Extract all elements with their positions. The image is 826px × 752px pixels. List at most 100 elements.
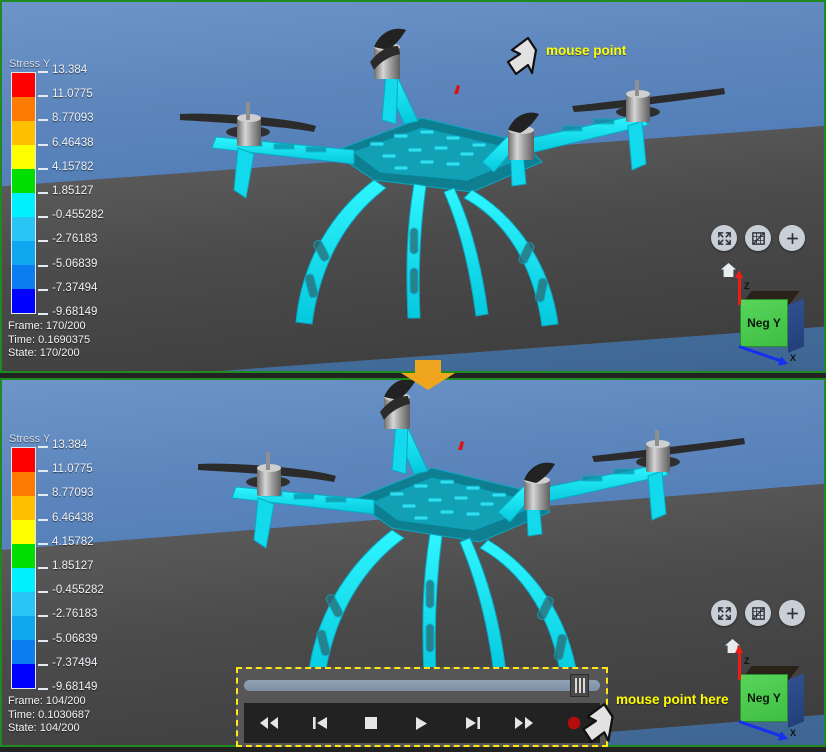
- legend-tick-mark: [38, 518, 48, 521]
- fit-to-screen-icon[interactable]: [711, 225, 737, 251]
- cube-side-face: [788, 673, 804, 728]
- legend-swatch-7: [12, 616, 35, 640]
- legend-tick-6: -0.455282: [38, 209, 110, 221]
- legend-tick-5: 1.85127: [38, 185, 110, 197]
- legend-ticks: 13.384 11.0775 8.77093 6.46438 4.15782 1.8512…: [38, 64, 110, 318]
- stop-button[interactable]: [354, 709, 388, 737]
- legend-tick-mark: [38, 688, 48, 690]
- 3d-viewport-top[interactable]: Stress Y 13.384 11.0775 8.77093 6.46438 4.15…: [2, 2, 824, 371]
- legend-swatch-2: [12, 121, 35, 145]
- legend-tick-0: 13.384: [38, 64, 110, 76]
- legend-tick-10: -9.68149: [38, 681, 110, 693]
- timeline-thumb[interactable]: [570, 673, 590, 697]
- legend-tick-label: 13.384: [52, 439, 88, 451]
- drone-fea-model-top[interactable]: [2, 2, 824, 371]
- rewind-button[interactable]: [252, 709, 286, 737]
- legend-tick-mark: [38, 542, 48, 545]
- legend-tick-label: 8.77093: [52, 487, 94, 500]
- axis-z-label: Z: [744, 656, 750, 666]
- legend-swatch-9: [12, 289, 35, 313]
- legend-tick-2: 8.77093: [38, 112, 110, 124]
- legend-tick-7: -2.76183: [38, 608, 110, 620]
- legend-tick-mark: [38, 240, 48, 243]
- legend-tick-4: 4.15782: [38, 161, 110, 173]
- cube-side-face: [788, 298, 804, 353]
- cube-front-face[interactable]: Neg Y: [740, 674, 788, 722]
- annotation-mouse-point: mouse point: [546, 43, 627, 58]
- viewport-panel-top[interactable]: Stress Y 13.384 11.0775 8.77093 6.46438 4.15…: [0, 0, 826, 373]
- axis-x-label: X: [790, 353, 797, 363]
- screenshot-root: Stress Y 13.384 11.0775 8.77093 6.46438 4.15…: [0, 0, 826, 747]
- legend-tick-3: 6.46438: [38, 512, 110, 524]
- legend-tick-label: 1.85127: [52, 560, 94, 572]
- mouse-cursor-top: [502, 34, 544, 84]
- cube-front-face[interactable]: Neg Y: [740, 299, 788, 347]
- legend-swatch-1: [12, 472, 35, 496]
- view-controls-bottom[interactable]: [711, 600, 805, 626]
- mouse-cursor-bottom: [577, 700, 621, 752]
- legend-tick-mark: [38, 143, 48, 146]
- legend-swatch-9: [12, 664, 35, 688]
- state-readout: State: 170/200: [8, 347, 80, 359]
- legend-colorbar: [11, 72, 36, 314]
- legend-swatch-2: [12, 496, 35, 520]
- zoom-in-icon[interactable]: [779, 600, 805, 626]
- legend-tick-mark: [38, 494, 48, 497]
- legend-tick-label: -5.06839: [52, 257, 98, 270]
- legend-swatch-6: [12, 592, 35, 616]
- legend-swatch-8: [12, 640, 35, 664]
- legend-swatch-3: [12, 520, 35, 544]
- orientation-cube-bottom[interactable]: Neg Y Z X: [718, 645, 804, 738]
- previous-frame-button[interactable]: [303, 709, 337, 737]
- legend-tick-mark: [38, 192, 48, 194]
- legend-tick-1: 11.0775: [38, 463, 110, 475]
- transport-controls[interactable]: [244, 703, 600, 743]
- play-button[interactable]: [405, 709, 439, 737]
- stress-legend-bottom: Stress Y 13.384 11.0775 8.77093 6.46438 4.15…: [6, 433, 110, 736]
- mesh-toggle-icon[interactable]: [745, 225, 771, 251]
- legend-tick-3: 6.46438: [38, 137, 110, 149]
- legend-tick-label: 4.15782: [52, 535, 94, 548]
- legend-tick-label: -2.76183: [52, 608, 98, 621]
- view-controls-top[interactable]: [711, 225, 805, 251]
- mesh-toggle-icon[interactable]: [745, 600, 771, 626]
- legend-tick-mark: [38, 216, 48, 219]
- timeline-scrubber[interactable]: [238, 669, 606, 701]
- legend-swatch-4: [12, 169, 35, 193]
- legend-tick-mark: [38, 119, 48, 122]
- legend-tick-mark: [38, 95, 48, 98]
- orientation-cube-top[interactable]: Neg Y Z X: [718, 270, 804, 363]
- axis-z-label: Z: [744, 281, 750, 291]
- frame-readout: Frame: 104/200: [8, 695, 86, 707]
- legend-swatch-5: [12, 193, 35, 217]
- cube-face-label: Neg Y: [747, 316, 781, 330]
- legend-tick-mark: [38, 591, 48, 594]
- legend-tick-4: 4.15782: [38, 536, 110, 548]
- playback-toolbar[interactable]: [236, 667, 608, 747]
- zoom-in-icon[interactable]: [779, 225, 805, 251]
- legend-tick-9: -7.37494: [38, 282, 110, 294]
- legend-tick-6: -0.455282: [38, 584, 110, 596]
- stress-marker: [454, 85, 460, 94]
- legend-colorbar: [11, 447, 36, 689]
- legend-tick-8: -5.06839: [38, 258, 110, 270]
- legend-tick-label: -0.455282: [52, 584, 104, 597]
- legend-tick-0: 13.384: [38, 439, 110, 451]
- legend-swatch-0: [12, 73, 35, 97]
- legend-tick-label: -5.06839: [52, 632, 98, 645]
- fast-forward-button[interactable]: [507, 709, 541, 737]
- legend-tick-mark: [38, 167, 48, 170]
- legend-tick-label: -9.68149: [52, 306, 98, 318]
- fit-to-screen-icon[interactable]: [711, 600, 737, 626]
- next-frame-button[interactable]: [456, 709, 490, 737]
- legend-tick-7: -2.76183: [38, 233, 110, 245]
- cube-face-label: Neg Y: [747, 691, 781, 705]
- legend-ticks: 13.384 11.0775 8.77093 6.46438 4.15782 1.8512…: [38, 439, 110, 693]
- down-arrow-icon: [397, 360, 459, 390]
- legend-tick-label: -7.37494: [52, 656, 98, 669]
- time-readout: Time: 0.1030687: [8, 708, 91, 721]
- legend-tick-10: -9.68149: [38, 306, 110, 318]
- timeline-track[interactable]: [244, 673, 600, 697]
- legend-tick-label: 11.0775: [52, 463, 93, 476]
- legend-tick-8: -5.06839: [38, 633, 110, 645]
